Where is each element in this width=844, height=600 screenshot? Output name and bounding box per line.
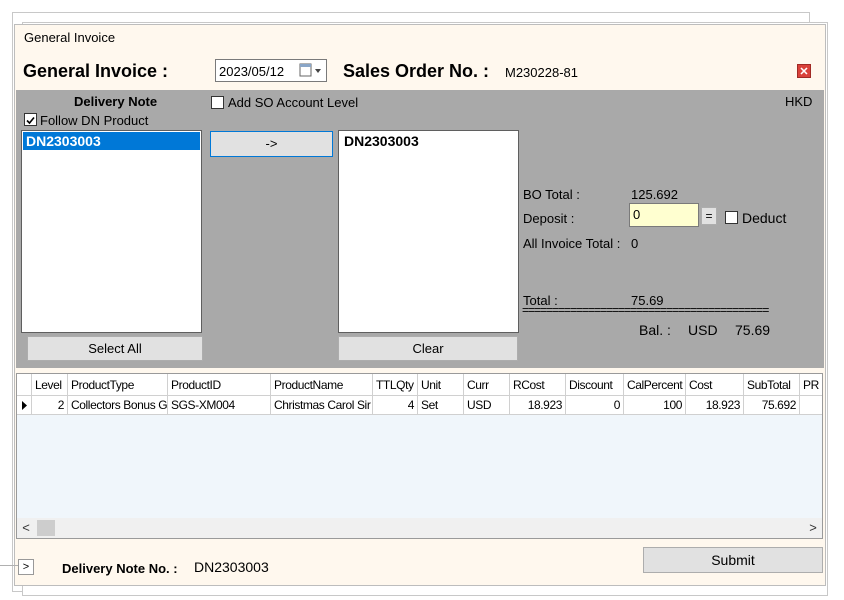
table-cell[interactable]: SGS-XM004	[168, 396, 271, 415]
table-cell[interactable]: 75.692	[744, 396, 800, 415]
scroll-left-icon[interactable]: <	[17, 518, 35, 538]
balance-currency: USD	[688, 322, 718, 338]
column-header[interactable]: RCost	[510, 374, 566, 396]
submit-button[interactable]: Submit	[643, 547, 823, 573]
add-so-account-checkbox[interactable]	[211, 96, 224, 109]
currency-label: HKD	[785, 94, 813, 109]
follow-dn-checkbox[interactable]	[24, 113, 37, 126]
list-item[interactable]: DN2303003	[340, 132, 517, 150]
column-header[interactable]: ProductType	[68, 374, 168, 396]
deduct-checkbox[interactable]	[725, 211, 738, 224]
deposit-input[interactable]: 0	[629, 203, 699, 227]
table-cell[interactable]: Set	[418, 396, 464, 415]
sales-order-label: Sales Order No. :	[343, 61, 490, 81]
all-invoice-total-label: All Invoice Total :	[523, 236, 621, 251]
follow-dn-label: Follow DN Product	[40, 113, 149, 128]
delivery-note-no-value: DN2303003	[194, 559, 269, 575]
delivery-note-title: Delivery Note	[74, 94, 158, 109]
total-separator: ========================================…	[522, 305, 769, 316]
all-invoice-total-value: 0	[631, 236, 639, 251]
calendar-icon[interactable]	[298, 62, 324, 79]
invoice-grid[interactable]: Level ProductType ProductID ProductName …	[16, 373, 823, 539]
balance-value: 75.69	[735, 322, 771, 338]
move-right-button[interactable]: ->	[210, 131, 333, 157]
deduct-label: Deduct	[742, 210, 787, 226]
row-selector[interactable]	[17, 396, 32, 415]
table-cell[interactable]: 2	[32, 396, 68, 415]
list-item[interactable]: DN2303003	[23, 132, 200, 150]
table-cell[interactable]: Christmas Carol Sir	[271, 396, 373, 415]
deposit-label: Deposit :	[523, 211, 575, 226]
table-cell[interactable]: 18.923	[686, 396, 744, 415]
bo-total-value: 125.692	[631, 187, 678, 202]
horizontal-scrollbar[interactable]: < >	[17, 518, 822, 538]
equals-button[interactable]: =	[701, 207, 717, 225]
delivery-note-no-label: Delivery Note No. :	[62, 561, 178, 576]
table-cell[interactable]: 0	[566, 396, 624, 415]
table-cell[interactable]: 100	[624, 396, 686, 415]
scrollbar-thumb[interactable]	[37, 520, 55, 536]
column-header[interactable]: SubTotal	[744, 374, 800, 396]
invoice-heading: General Invoice :	[23, 61, 169, 81]
column-header[interactable]: CalPercent	[624, 374, 686, 396]
balance-label: Bal. :	[639, 322, 671, 338]
table-cell[interactable]: Collectors Bonus G	[68, 396, 168, 415]
column-header[interactable]: ProductName	[271, 374, 373, 396]
selected-delivery-list[interactable]: DN2303003	[338, 130, 519, 333]
row-header-corner	[17, 374, 32, 396]
close-icon[interactable]: ✕	[797, 64, 811, 78]
window-title: General Invoice	[24, 30, 116, 45]
column-header[interactable]: ProductID	[168, 374, 271, 396]
column-header[interactable]: TTLQty	[373, 374, 418, 396]
delivery-note-list[interactable]: DN2303003	[21, 130, 202, 333]
column-header[interactable]: Curr	[464, 374, 510, 396]
table-cell[interactable]: 4	[373, 396, 418, 415]
table-cell[interactable]	[800, 396, 822, 415]
clear-button[interactable]: Clear	[338, 336, 518, 361]
add-so-account-label: Add SO Account Level	[228, 95, 359, 110]
bo-total-label: BO Total :	[523, 187, 580, 202]
scroll-right-icon[interactable]: >	[804, 518, 822, 538]
date-value: 2023/05/12	[219, 64, 285, 79]
table-cell[interactable]: 18.923	[510, 396, 566, 415]
column-header[interactable]: Discount	[566, 374, 624, 396]
column-header[interactable]: Level	[32, 374, 68, 396]
column-header[interactable]: Cost	[686, 374, 744, 396]
connector-line	[0, 565, 20, 566]
expand-icon[interactable]: >	[18, 559, 34, 575]
column-header[interactable]: PR	[800, 374, 822, 396]
table-cell[interactable]: USD	[464, 396, 510, 415]
sales-order-value: M230228-81	[505, 65, 578, 80]
column-header[interactable]: Unit	[418, 374, 464, 396]
select-all-button[interactable]: Select All	[27, 336, 203, 361]
